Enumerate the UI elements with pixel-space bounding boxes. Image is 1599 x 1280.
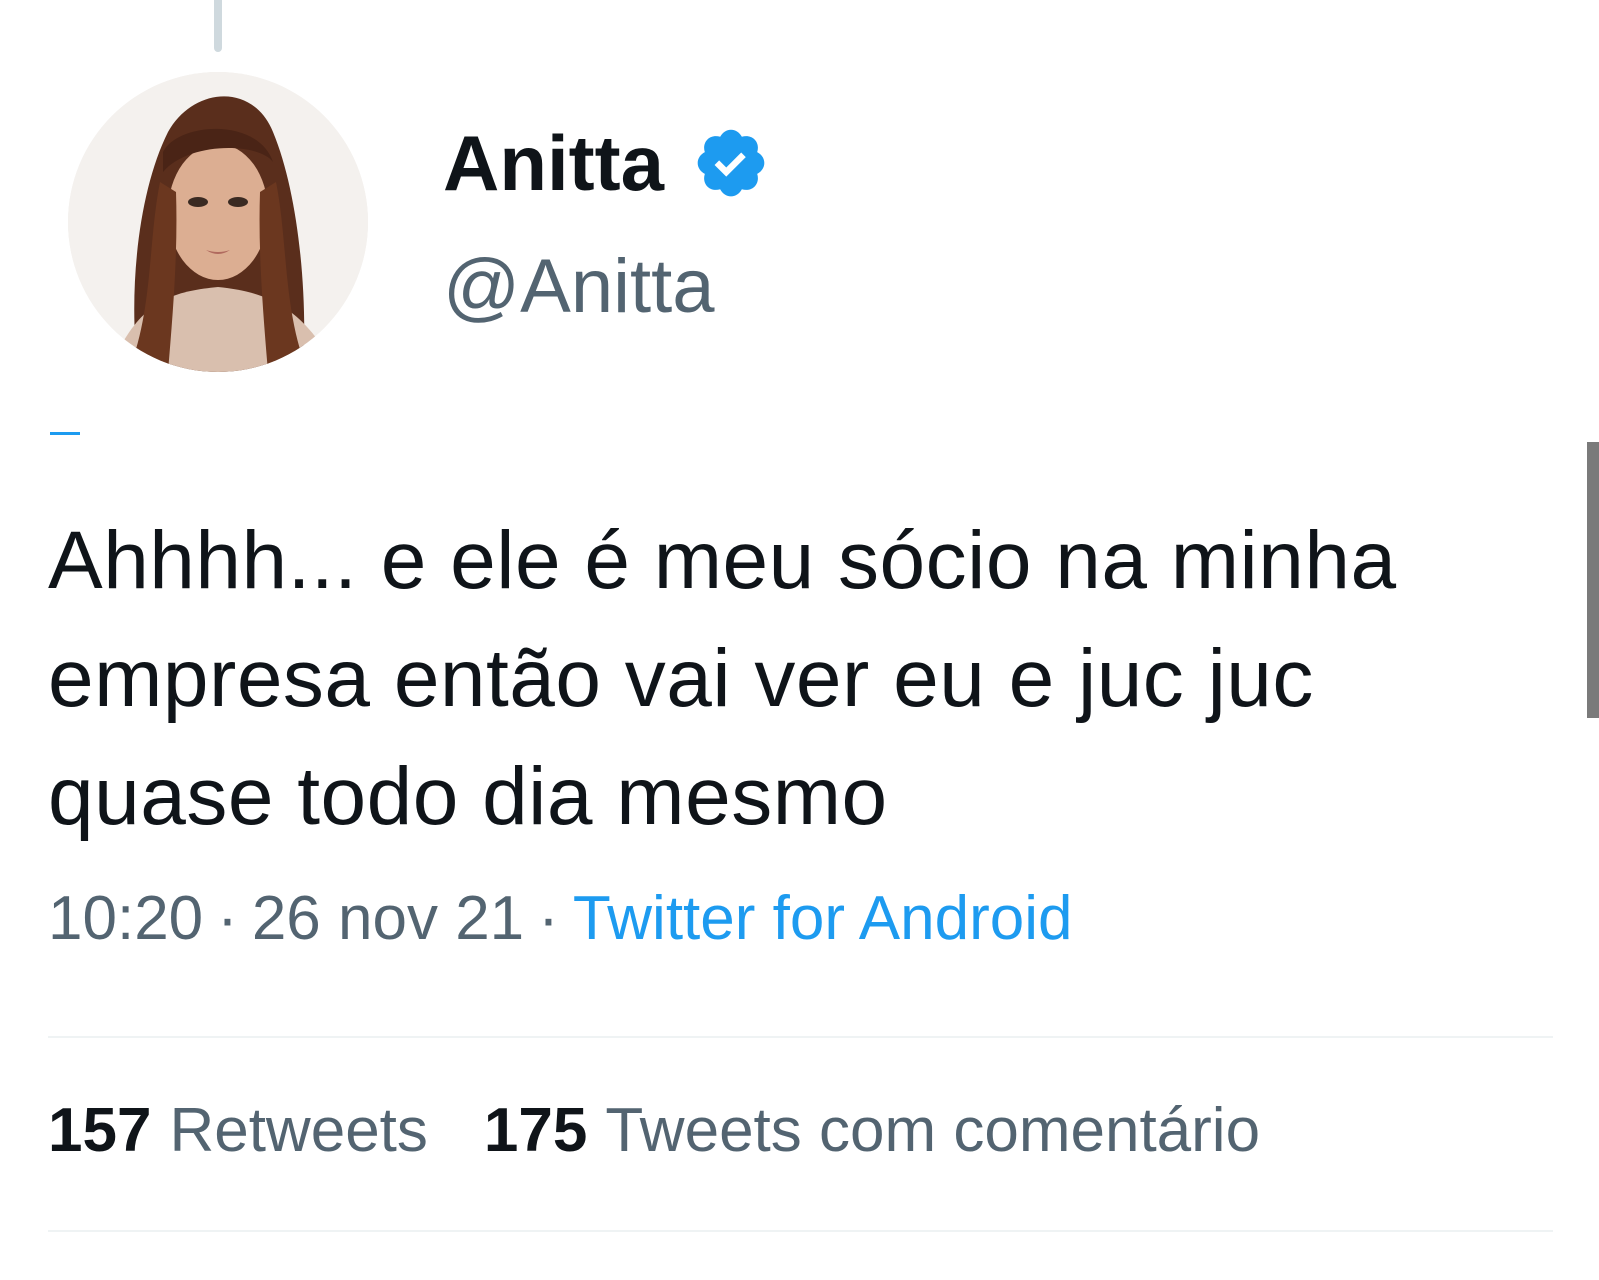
- scrollbar-thumb[interactable]: [1587, 442, 1599, 718]
- thread-connector-line: [214, 0, 222, 52]
- divider: [48, 1230, 1553, 1232]
- avatar[interactable]: [68, 72, 368, 372]
- tweet-text: Ahhhh... e ele é meu sócio na minha empr…: [48, 515, 1397, 842]
- decorative-mark: [50, 432, 80, 435]
- separator-dot: ·: [217, 884, 238, 953]
- tweet-stats: 157 Retweets 175 Tweets com comentário: [48, 1096, 1316, 1166]
- retweets-stat[interactable]: 157 Retweets: [48, 1096, 428, 1166]
- tweet-metadata: 10:20 · 26 nov 21 · Twitter for Android: [48, 884, 1072, 954]
- avatar-photo: [68, 72, 368, 372]
- retweets-label: Retweets: [169, 1096, 428, 1165]
- retweets-count: 157: [48, 1096, 152, 1165]
- author-name-row[interactable]: Anitta: [443, 118, 770, 208]
- divider: [48, 1036, 1553, 1038]
- quote-tweets-stat[interactable]: 175 Tweets com comentário: [484, 1096, 1260, 1166]
- quote-tweets-count: 175: [483, 1096, 588, 1165]
- tweet-source-link[interactable]: Twitter for Android: [573, 884, 1073, 953]
- user-handle[interactable]: @Anitta: [443, 242, 715, 332]
- verified-badge-icon: [692, 124, 770, 202]
- tweet-date[interactable]: 26 nov 21: [252, 884, 524, 953]
- display-name[interactable]: Anitta: [443, 118, 664, 208]
- quote-tweets-label: Tweets com comentário: [605, 1096, 1261, 1165]
- tweet-time[interactable]: 10:20: [48, 884, 203, 953]
- separator-dot: ·: [538, 884, 559, 953]
